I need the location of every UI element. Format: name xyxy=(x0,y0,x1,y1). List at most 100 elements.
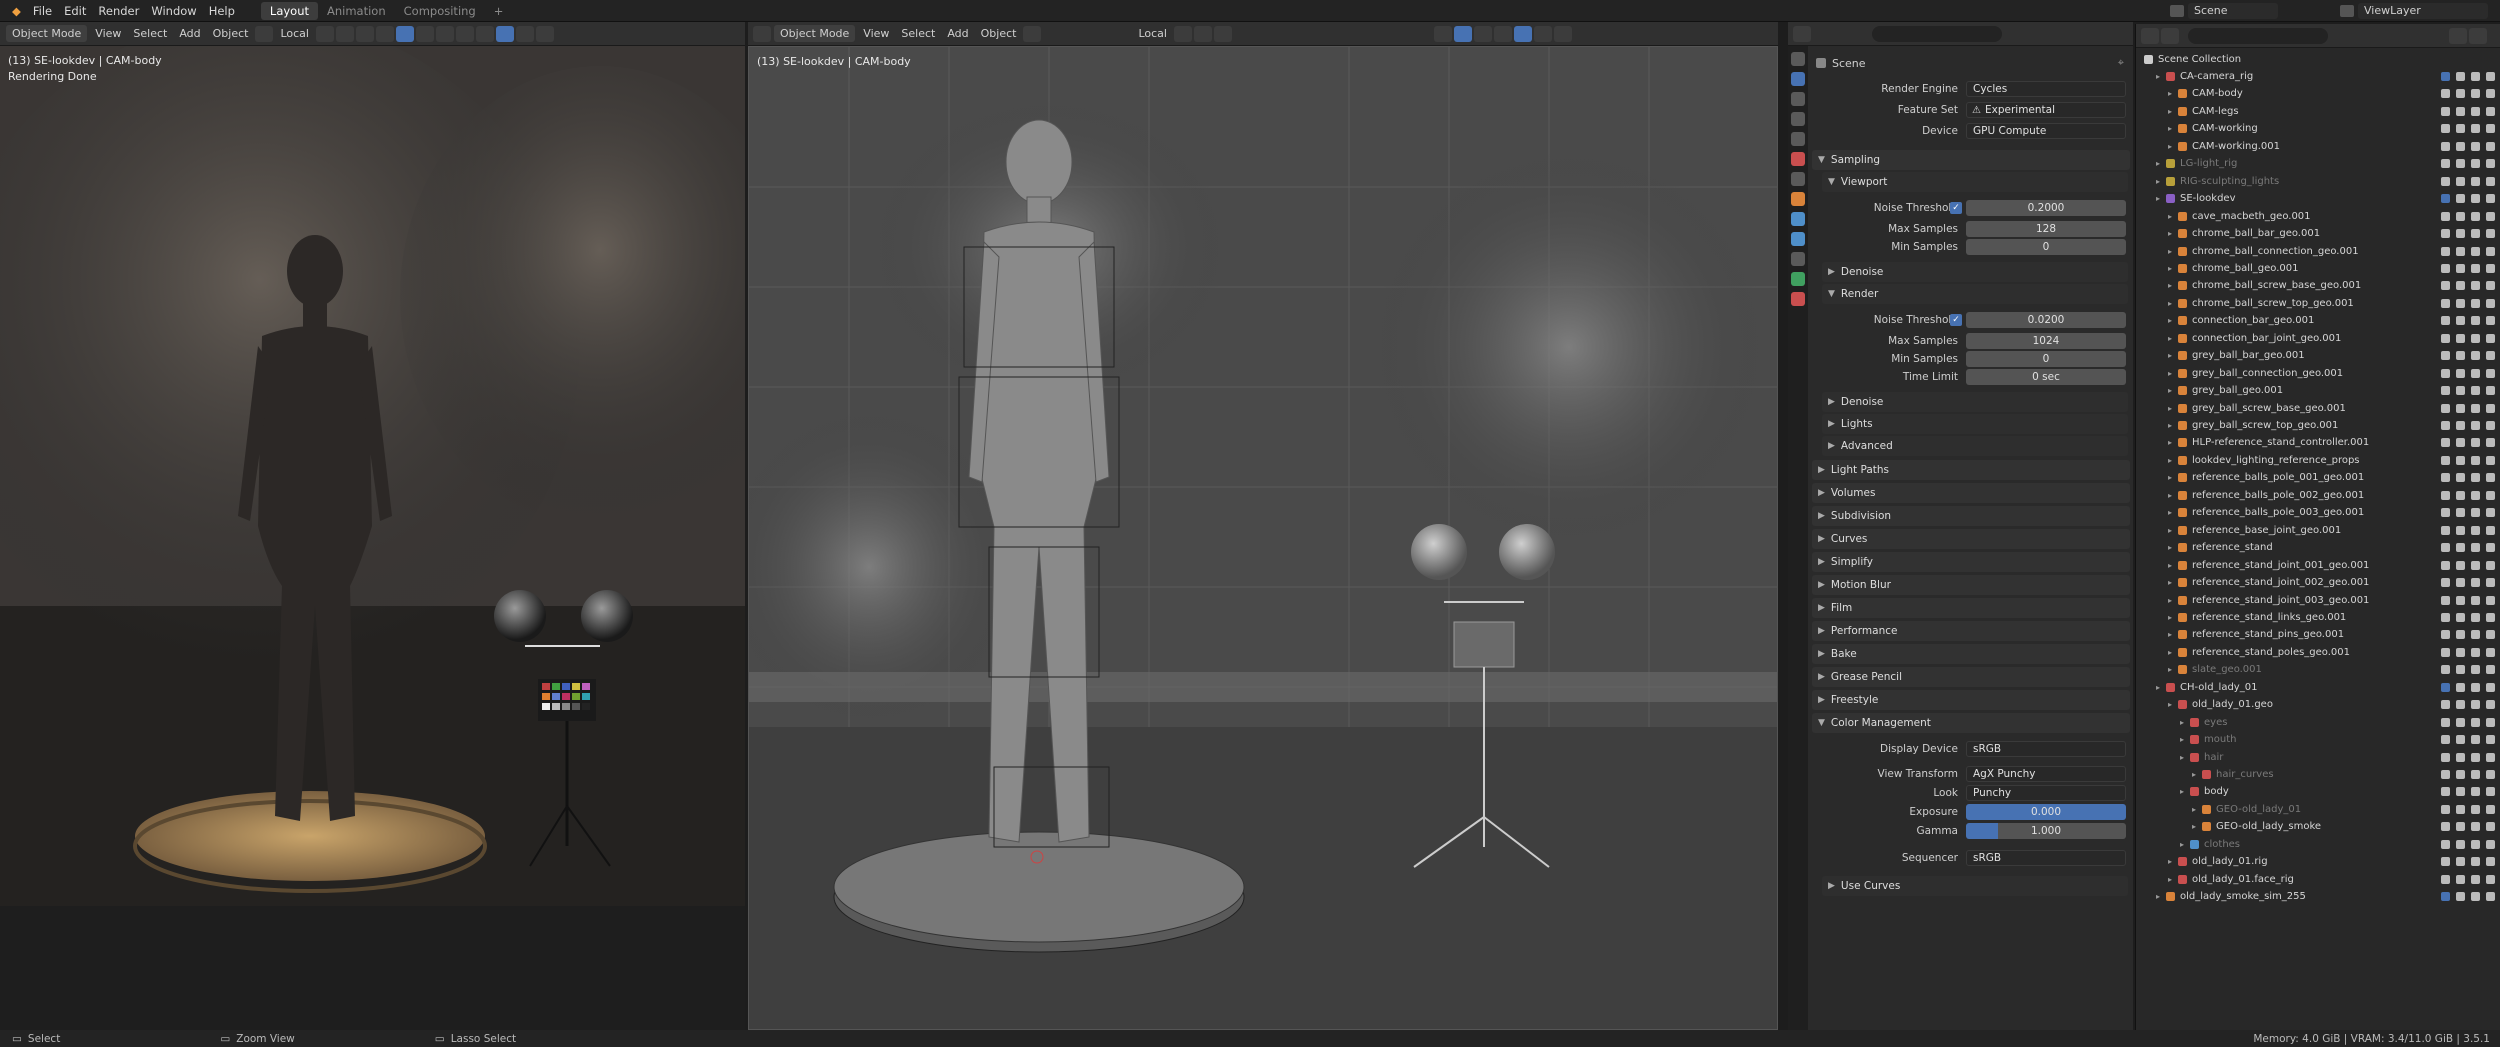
menu-window[interactable]: Window xyxy=(145,4,202,18)
exclude-checkbox-icon[interactable] xyxy=(2441,525,2450,535)
select-arrow-icon[interactable] xyxy=(2456,159,2465,169)
tab-layout[interactable]: Layout xyxy=(260,1,318,20)
camera-icon[interactable] xyxy=(2486,89,2495,99)
camera-icon[interactable] xyxy=(2486,455,2495,465)
select-arrow-icon[interactable] xyxy=(2456,455,2465,465)
viewport-left-rendered[interactable]: (13) SE-lookdev | CAM-body Rendering Don… xyxy=(0,46,745,1030)
subpanel-render[interactable]: ▼ Render xyxy=(1822,284,2128,304)
expand-arrow-icon[interactable]: ▸ xyxy=(2180,840,2190,849)
expand-arrow-icon[interactable]: ▸ xyxy=(2168,421,2178,430)
eye-icon[interactable] xyxy=(2471,490,2480,500)
vp-min-samples-field[interactable]: 0 xyxy=(1966,239,2126,255)
eye-icon[interactable] xyxy=(2471,72,2480,81)
eye-icon[interactable] xyxy=(2471,543,2480,553)
scene-selector[interactable]: Scene xyxy=(2188,2,2278,19)
sequencer-dropdown[interactable]: sRGB xyxy=(1966,850,2126,866)
camera-icon[interactable] xyxy=(2486,804,2495,814)
eye-icon[interactable] xyxy=(2471,752,2480,762)
eye-icon[interactable] xyxy=(2471,525,2480,535)
outliner-item[interactable]: ▸ reference_stand_joint_002_geo.001 xyxy=(2136,574,2500,591)
outliner-item[interactable]: ▸ CH-old_lady_01 xyxy=(2136,679,2500,696)
expand-arrow-icon[interactable]: ▸ xyxy=(2168,508,2178,517)
eye-icon[interactable] xyxy=(2471,874,2480,884)
outliner-item[interactable]: ▸ chrome_ball_screw_top_geo.001 xyxy=(2136,295,2500,312)
select-arrow-icon[interactable] xyxy=(2456,665,2465,675)
r-noise-checkbox[interactable]: ✓ xyxy=(1950,314,1962,326)
menu-help[interactable]: Help xyxy=(203,4,241,18)
expand-arrow-icon[interactable]: ▸ xyxy=(2180,753,2190,762)
exclude-checkbox-icon[interactable] xyxy=(2441,281,2450,291)
render-engine-dropdown[interactable]: Cycles xyxy=(1966,81,2126,97)
expand-arrow-icon[interactable]: ▸ xyxy=(2168,561,2178,570)
expand-arrow-icon[interactable]: ▸ xyxy=(2168,578,2178,587)
outliner-item[interactable]: ▸ reference_stand_joint_003_geo.001 xyxy=(2136,592,2500,609)
select-arrow-icon[interactable] xyxy=(2456,106,2465,116)
outliner-item[interactable]: ▸ old_lady_smoke_sim_255 xyxy=(2136,888,2500,905)
exclude-checkbox-icon[interactable] xyxy=(2441,490,2450,500)
editor-type-icon-outliner[interactable] xyxy=(2141,27,2159,44)
outliner-item[interactable]: ▸ chrome_ball_geo.001 xyxy=(2136,260,2500,277)
eye-icon[interactable] xyxy=(2471,770,2480,779)
overlay-icon-right[interactable] xyxy=(1453,25,1472,42)
expand-arrow-icon[interactable]: ▸ xyxy=(2168,875,2178,884)
camera-icon[interactable] xyxy=(2486,717,2495,727)
panel-subdivision[interactable]: ▶ Subdivision xyxy=(1812,506,2130,526)
exclude-checkbox-icon[interactable] xyxy=(2441,298,2450,308)
eye-icon[interactable] xyxy=(2471,316,2480,326)
expand-arrow-icon[interactable]: ▸ xyxy=(2168,630,2178,639)
exclude-checkbox-icon[interactable] xyxy=(2441,176,2450,186)
pause-render-icon[interactable] xyxy=(515,25,534,42)
select-arrow-icon[interactable] xyxy=(2456,578,2465,588)
select-arrow-icon[interactable] xyxy=(2456,612,2465,622)
render-region-icon[interactable] xyxy=(535,25,554,42)
select-arrow-icon[interactable] xyxy=(2456,333,2465,343)
panel-performance[interactable]: ▶ Performance xyxy=(1812,621,2130,641)
eye-icon[interactable] xyxy=(2471,298,2480,308)
panel-sampling[interactable]: ▼ Sampling xyxy=(1812,150,2130,170)
camera-icon[interactable] xyxy=(2486,333,2495,343)
camera-icon[interactable] xyxy=(2486,298,2495,308)
camera-icon[interactable] xyxy=(2486,490,2495,500)
expand-arrow-icon[interactable]: ▸ xyxy=(2156,892,2166,901)
camera-icon[interactable] xyxy=(2486,525,2495,535)
view-layer-tab-icon[interactable] xyxy=(1791,112,1805,126)
select-arrow-icon[interactable] xyxy=(2456,229,2465,239)
eye-icon[interactable] xyxy=(2471,612,2480,622)
panel-motion-blur[interactable]: ▶ Motion Blur xyxy=(1812,575,2130,595)
eye-icon[interactable] xyxy=(2471,229,2480,239)
exclude-checkbox-icon[interactable] xyxy=(2441,211,2450,221)
outliner-item[interactable]: ▸ grey_ball_screw_base_geo.001 xyxy=(2136,400,2500,417)
select-arrow-icon[interactable] xyxy=(2456,263,2465,273)
select-arrow-icon[interactable] xyxy=(2456,560,2465,570)
outliner-item[interactable]: ▸ reference_balls_pole_001_geo.001 xyxy=(2136,469,2500,486)
expand-arrow-icon[interactable]: ▸ xyxy=(2180,787,2190,796)
outliner-item[interactable]: ▸ hair_curves xyxy=(2136,766,2500,783)
shading-wireframe-icon-right[interactable] xyxy=(1493,25,1512,42)
select-arrow-icon[interactable] xyxy=(2456,508,2465,518)
subpanel-viewport[interactable]: ▼ Viewport xyxy=(1822,172,2128,192)
select-arrow-icon[interactable] xyxy=(2456,525,2465,535)
camera-icon[interactable] xyxy=(2486,246,2495,256)
panel-simplify[interactable]: ▶ Simplify xyxy=(1812,552,2130,572)
eye-icon[interactable] xyxy=(2471,438,2480,448)
eye-icon[interactable] xyxy=(2471,421,2480,430)
menu-view[interactable]: View xyxy=(89,27,127,40)
eye-icon[interactable] xyxy=(2471,333,2480,343)
camera-icon[interactable] xyxy=(2486,72,2495,81)
camera-icon[interactable] xyxy=(2486,874,2495,884)
subpanel-lights[interactable]: ▶ Lights xyxy=(1822,414,2128,434)
menu-file[interactable]: File xyxy=(27,4,58,18)
expand-arrow-icon[interactable]: ▸ xyxy=(2168,247,2178,256)
exclude-checkbox-icon[interactable] xyxy=(2441,455,2450,465)
xray-icon-right[interactable] xyxy=(1473,25,1492,42)
outliner-item[interactable]: ▸ RIG-sculpting_lights xyxy=(2136,173,2500,190)
exclude-checkbox-icon[interactable] xyxy=(2441,159,2450,169)
shading-wireframe-icon[interactable] xyxy=(435,25,454,42)
camera-icon[interactable] xyxy=(2486,612,2495,622)
eye-icon[interactable] xyxy=(2471,176,2480,186)
exclude-checkbox-icon[interactable] xyxy=(2441,368,2450,378)
eye-icon[interactable] xyxy=(2471,89,2480,99)
camera-icon[interactable] xyxy=(2486,281,2495,291)
xray-icon[interactable] xyxy=(415,25,434,42)
expand-arrow-icon[interactable]: ▸ xyxy=(2168,404,2178,413)
